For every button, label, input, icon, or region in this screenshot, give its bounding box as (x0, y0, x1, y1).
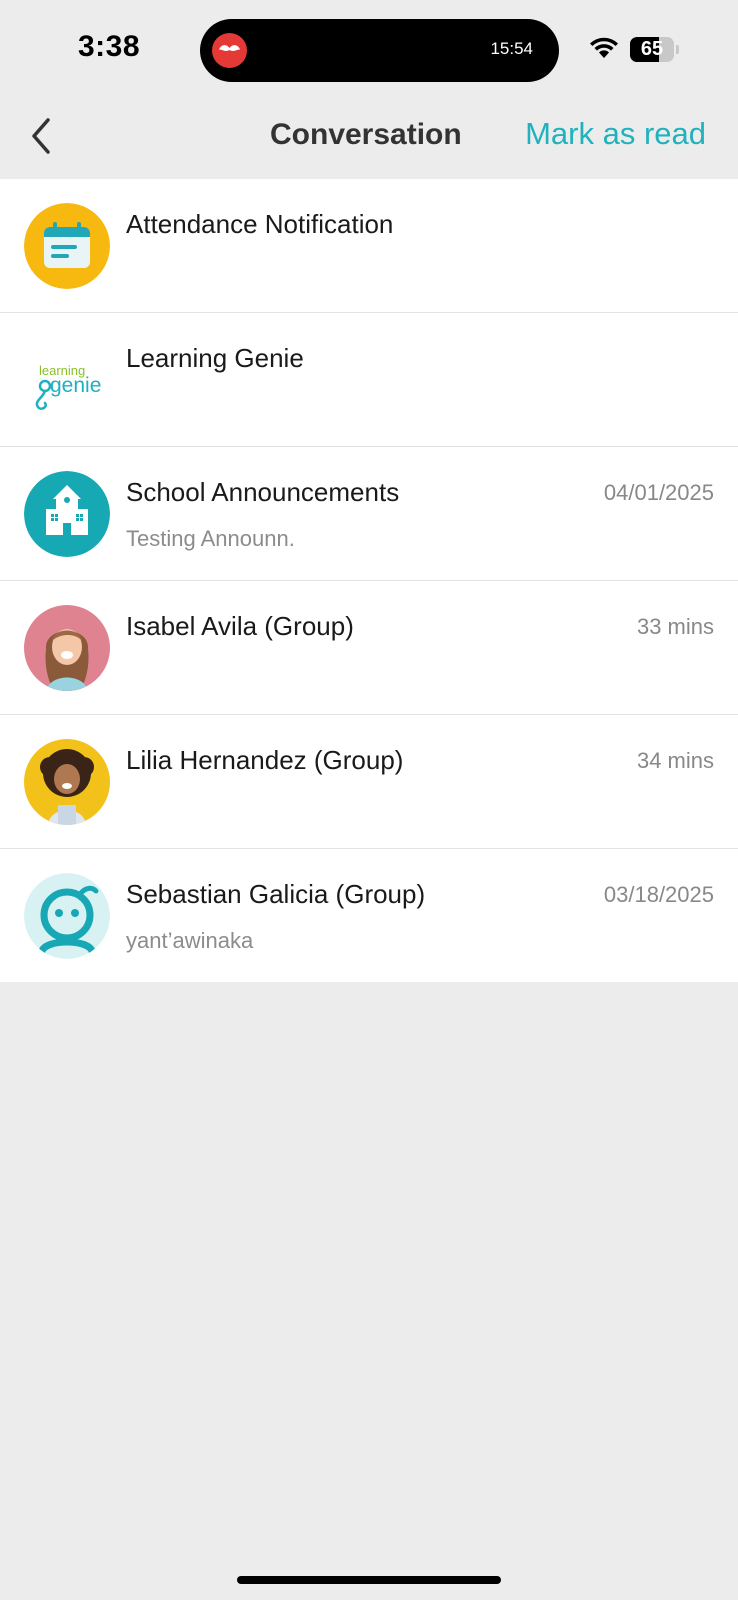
conversation-item-sebastian-galicia[interactable]: Sebastian Galicia (Group) yant’awinaka 0… (0, 849, 738, 982)
conversation-item-isabel-avila[interactable]: Isabel Avila (Group) 33 mins (0, 581, 738, 715)
child-photo-avatar (24, 739, 110, 825)
svg-text:genie: genie (50, 374, 101, 397)
conversation-time: 04/01/2025 (603, 480, 714, 505)
conversation-item-attendance[interactable]: Attendance Notification (0, 179, 738, 313)
mustache-app-icon (212, 33, 247, 68)
child-photo-avatar (24, 605, 110, 691)
conversation-name: Isabel Avila (Group) (126, 611, 354, 641)
conversation-name: Attendance Notification (126, 209, 394, 239)
genie-character-avatar (24, 873, 110, 959)
conversation-name: Learning Genie (126, 343, 304, 373)
conversation-time: 33 mins (636, 614, 714, 639)
mark-as-read-button[interactable]: Mark as read (525, 116, 706, 152)
home-indicator[interactable] (237, 1576, 501, 1584)
status-bar: 3:38 15:54 65 (0, 0, 738, 100)
island-timer: 15:54 (490, 39, 533, 58)
chevron-left-icon (32, 118, 50, 154)
conversation-preview: yant’awinaka (126, 928, 254, 953)
learning-genie-logo: learning genie (24, 337, 110, 423)
school-house-icon (24, 471, 110, 557)
conversation-item-lilia-hernandez[interactable]: Lilia Hernandez (Group) 34 mins (0, 715, 738, 849)
conversation-name: Sebastian Galicia (Group) (126, 879, 426, 909)
calendar-icon (24, 203, 110, 289)
wifi-icon (588, 36, 620, 65)
battery-cap (676, 45, 679, 54)
conversation-list: Attendance Notification learning genie L… (0, 179, 738, 982)
battery-level: 65 (640, 38, 664, 60)
battery-indicator: 65 (630, 37, 679, 62)
back-button[interactable] (22, 112, 62, 158)
navigation-bar: Conversation Mark as read (0, 100, 738, 179)
conversation-preview: Testing Announn. (126, 526, 295, 551)
battery-body: 65 (630, 37, 674, 62)
conversation-time: 34 mins (636, 748, 714, 773)
conversation-name: Lilia Hernandez (Group) (126, 745, 404, 775)
conversation-item-school-announcements[interactable]: School Announcements Testing Announn. 04… (0, 447, 738, 581)
status-time: 3:38 (78, 30, 141, 63)
conversation-name: School Announcements (126, 477, 400, 507)
page-title: Conversation (270, 118, 462, 151)
conversation-time: 03/18/2025 (603, 882, 714, 907)
conversation-item-learning-genie[interactable]: learning genie Learning Genie (0, 313, 738, 447)
dynamic-island: 15:54 (200, 19, 559, 82)
